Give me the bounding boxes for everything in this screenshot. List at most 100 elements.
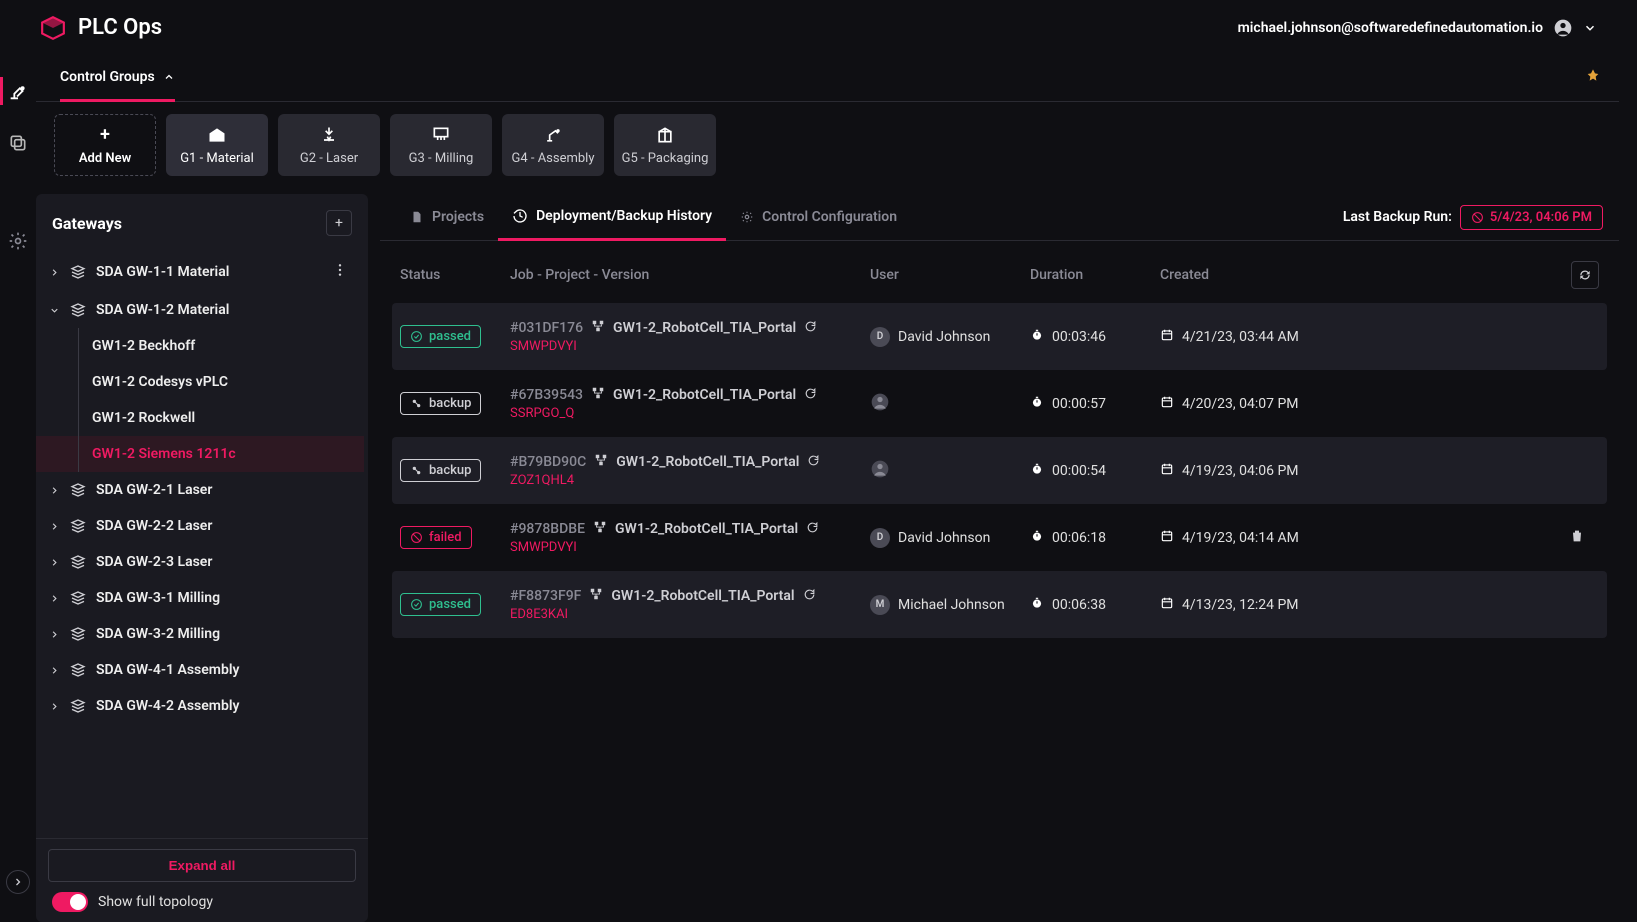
pin-button[interactable] xyxy=(1585,68,1601,88)
cell-user: DDavid Johnson xyxy=(870,327,1030,347)
duration-value: 00:00:54 xyxy=(1052,463,1106,479)
cell-actions[interactable] xyxy=(1569,528,1599,548)
rail-collapse-button[interactable] xyxy=(6,870,30,894)
status-badge: passed xyxy=(400,325,481,348)
control-group-card-g5[interactable]: G5 - Packaging xyxy=(614,114,716,176)
topology-label: Show full topology xyxy=(98,894,213,910)
avatar: D xyxy=(870,528,890,548)
tab-projects[interactable]: Projects xyxy=(396,195,498,239)
table-row[interactable]: backup#B79BD90CGW1-2_RobotCell_TIA_Porta… xyxy=(392,437,1607,504)
version-tag: ZOZ1QHL4 xyxy=(510,473,870,488)
user-icon xyxy=(1553,18,1573,38)
card-label: G2 - Laser xyxy=(300,151,358,166)
col-user: User xyxy=(870,267,1030,283)
rail-item-controls[interactable] xyxy=(6,79,30,103)
chevron-right-icon xyxy=(48,701,60,712)
redeploy-icon[interactable] xyxy=(804,387,817,404)
content-panel: Projects Deployment/Backup History Contr… xyxy=(380,194,1619,922)
stopwatch-icon xyxy=(1030,596,1044,614)
card-label: G1 - Material xyxy=(180,151,254,166)
add-gateway-button[interactable]: + xyxy=(326,210,352,236)
gear-icon xyxy=(8,231,28,251)
gateway-row[interactable]: SDA GW-1-2 Material xyxy=(36,292,364,328)
duration-value: 00:06:38 xyxy=(1052,597,1106,613)
gateway-row[interactable]: SDA GW-4-1 Assembly xyxy=(36,652,364,688)
gateway-child-row[interactable]: GW1-2 Siemens 1211c xyxy=(36,436,364,472)
cell-user xyxy=(870,459,1030,483)
gateways-tree: SDA GW-1-1 MaterialSDA GW-1-2 MaterialGW… xyxy=(36,252,368,838)
hierarchy-icon xyxy=(593,520,607,538)
rail-item-settings[interactable] xyxy=(6,229,30,253)
control-group-card-g1[interactable]: G1 - Material xyxy=(166,114,268,176)
table-row[interactable]: backup#67B39543GW1-2_RobotCell_TIA_Porta… xyxy=(392,370,1607,437)
status-badge: backup xyxy=(400,459,481,482)
stopwatch-icon xyxy=(1030,529,1044,547)
gateway-label: SDA GW-2-2 Laser xyxy=(96,518,348,534)
delete-button[interactable] xyxy=(1569,532,1585,548)
rail-item-clipboard[interactable] xyxy=(6,131,30,155)
cell-duration: 00:06:38 xyxy=(1030,596,1160,614)
add-control-group[interactable]: + Add New xyxy=(54,114,156,176)
table-row[interactable]: passed #031DF176GW1-2_RobotCell_TIA_Porta… xyxy=(392,303,1607,370)
gateway-row[interactable]: SDA GW-1-1 Material xyxy=(36,252,364,292)
stack-icon xyxy=(70,482,86,498)
user-menu[interactable]: michael.johnson@softwaredefinedautomatio… xyxy=(1238,18,1597,38)
redeploy-icon[interactable] xyxy=(804,320,817,337)
gateway-row[interactable]: SDA GW-2-2 Laser xyxy=(36,508,364,544)
app-header: PLC Ops michael.johnson@softwaredefineda… xyxy=(0,0,1637,55)
stack-icon xyxy=(70,264,86,280)
chevron-down-icon xyxy=(48,305,60,316)
cell-job: #031DF176GW1-2_RobotCell_TIA_PortalSMWPD… xyxy=(510,319,870,354)
duration-value: 00:06:18 xyxy=(1052,530,1106,546)
avatar: D xyxy=(870,327,890,347)
table-row[interactable]: passed#F8873F9FGW1-2_RobotCell_TIA_Porta… xyxy=(392,571,1607,638)
gateway-label: SDA GW-1-1 Material xyxy=(96,264,322,280)
logo: PLC Ops xyxy=(40,15,162,41)
tab-label: Control Groups xyxy=(60,69,155,85)
assembly-icon xyxy=(543,125,563,145)
created-value: 4/20/23, 04:07 PM xyxy=(1182,396,1299,412)
cell-created: 4/20/23, 04:07 PM xyxy=(1160,395,1569,413)
col-status: Status xyxy=(400,267,510,283)
table-body: passed #031DF176GW1-2_RobotCell_TIA_Porta… xyxy=(380,303,1619,638)
control-group-card-g2[interactable]: G2 - Laser xyxy=(278,114,380,176)
redeploy-icon[interactable] xyxy=(803,588,816,605)
cell-job: #F8873F9FGW1-2_RobotCell_TIA_PortalED8E3… xyxy=(510,587,870,622)
cell-duration: 00:06:18 xyxy=(1030,529,1160,547)
refresh-table-button[interactable] xyxy=(1571,261,1599,289)
packaging-icon xyxy=(655,125,675,145)
warehouse-icon xyxy=(206,125,228,145)
stack-icon xyxy=(70,554,86,570)
tab-history[interactable]: Deployment/Backup History xyxy=(498,194,726,241)
job-hash: #B79BD90C xyxy=(510,454,586,470)
gateway-row[interactable]: SDA GW-3-1 Milling xyxy=(36,580,364,616)
expand-all-button[interactable]: Expand all xyxy=(48,849,356,882)
calendar-icon xyxy=(1160,596,1174,614)
gateway-child-row[interactable]: GW1-2 Codesys vPLC xyxy=(36,364,364,400)
cell-status: failed xyxy=(400,526,510,549)
control-group-card-g4[interactable]: G4 - Assembly xyxy=(502,114,604,176)
topology-toggle[interactable] xyxy=(52,892,88,912)
created-value: 4/21/23, 03:44 AM xyxy=(1182,329,1299,345)
gateway-row[interactable]: SDA GW-4-2 Assembly xyxy=(36,688,364,724)
pin-icon xyxy=(1585,68,1601,84)
table-row[interactable]: failed#9878BDBEGW1-2_RobotCell_TIA_Porta… xyxy=(392,504,1607,571)
tab-control-groups[interactable]: Control Groups xyxy=(60,55,175,102)
avatar-anonymous-icon xyxy=(870,392,890,416)
gateway-menu-button[interactable] xyxy=(332,262,348,282)
gateway-row[interactable]: SDA GW-2-1 Laser xyxy=(36,472,364,508)
content-tabs: Projects Deployment/Backup History Contr… xyxy=(380,194,1619,241)
copy-icon xyxy=(8,133,28,153)
cell-status: passed xyxy=(400,593,510,616)
control-group-card-g3[interactable]: G3 - Milling xyxy=(390,114,492,176)
hierarchy-icon xyxy=(594,453,608,471)
gateway-row[interactable]: SDA GW-3-2 Milling xyxy=(36,616,364,652)
tab-config[interactable]: Control Configuration xyxy=(726,195,911,239)
gateway-row[interactable]: SDA GW-2-3 Laser xyxy=(36,544,364,580)
col-job: Job - Project - Version xyxy=(510,267,870,283)
tab-label: Projects xyxy=(432,209,484,225)
redeploy-icon[interactable] xyxy=(807,454,820,471)
gateway-child-row[interactable]: GW1-2 Rockwell xyxy=(36,400,364,436)
redeploy-icon[interactable] xyxy=(806,521,819,538)
gateway-child-row[interactable]: GW1-2 Beckhoff xyxy=(36,328,364,364)
